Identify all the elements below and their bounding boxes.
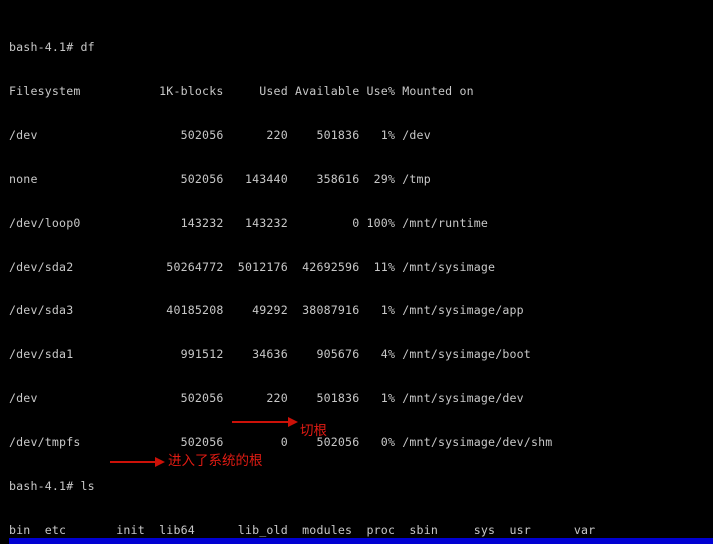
terminal-line: bin etc init lib64 lib_old modules proc … bbox=[9, 522, 596, 537]
terminal-line: bash-4.1# ls bbox=[9, 478, 95, 493]
terminal-line: Filesystem 1K-blocks Used Available Use%… bbox=[9, 84, 474, 99]
annotation-label-ls: 进入了系统的根 bbox=[168, 453, 263, 469]
terminal-line: none 502056 143440 358616 29% /tmp bbox=[9, 171, 431, 186]
taskbar[interactable] bbox=[9, 538, 713, 544]
terminal-screen: bash-4.1# df Filesystem 1K-blocks Used A… bbox=[0, 0, 713, 544]
annotation-arrow-chroot bbox=[232, 417, 298, 427]
terminal-line: /dev/sda3 40185208 49292 38087916 1% /mn… bbox=[9, 303, 524, 318]
terminal-line: bash-4.1# df bbox=[9, 40, 95, 55]
terminal-line: /dev/loop0 143232 143232 0 100% /mnt/run… bbox=[9, 215, 489, 230]
terminal-line: /dev 502056 220 501836 1% /dev bbox=[9, 127, 431, 142]
terminal-line: /dev 502056 220 501836 1% /mnt/sysimage/… bbox=[9, 391, 524, 406]
terminal-output[interactable]: bash-4.1# df Filesystem 1K-blocks Used A… bbox=[9, 11, 709, 544]
terminal-line: /dev/sda2 50264772 5012176 42692596 11% … bbox=[9, 259, 496, 274]
annotation-label-chroot: 切根 bbox=[300, 423, 327, 439]
terminal-line: /dev/sda1 991512 34636 905676 4% /mnt/sy… bbox=[9, 347, 531, 362]
annotation-arrow-ls bbox=[110, 457, 165, 467]
terminal-line: /dev/tmpfs 502056 0 502056 0% /mnt/sysim… bbox=[9, 434, 553, 449]
